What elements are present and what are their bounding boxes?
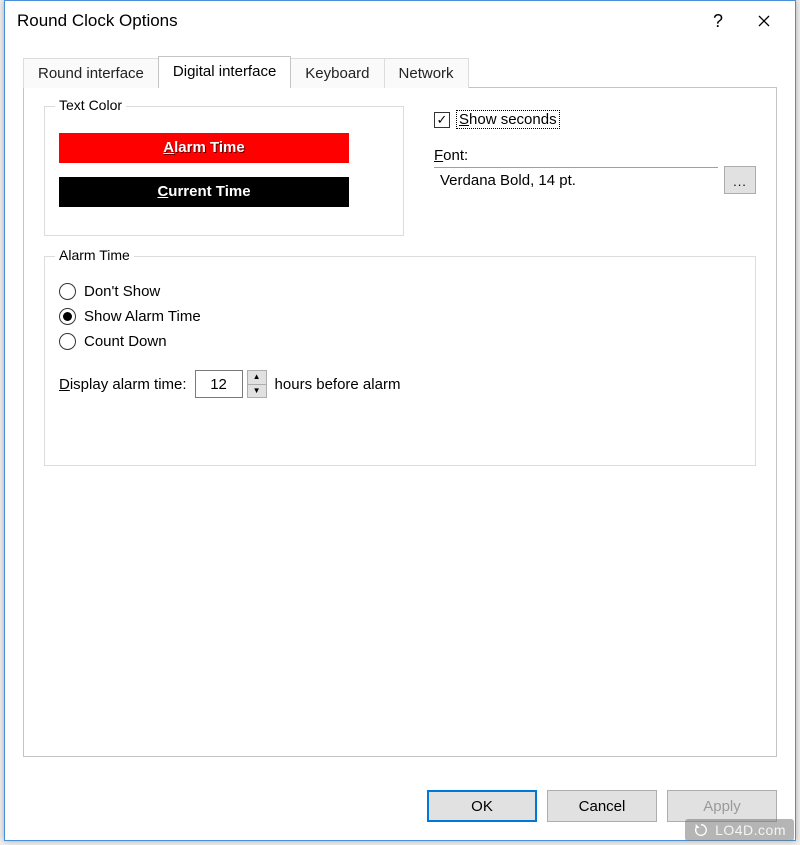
group-alarm-time: Alarm Time Don't Show Show Alarm Time Co…	[44, 256, 756, 466]
tab-network[interactable]: Network	[384, 58, 469, 88]
radio-icon	[59, 308, 76, 325]
display-alarm-row: Display alarm time: ▲ ▼ hours before ala…	[59, 370, 741, 398]
radio-label: Show Alarm Time	[84, 308, 201, 325]
font-field: Verdana Bold, 14 pt.	[434, 167, 718, 193]
radio-icon	[59, 283, 76, 300]
alarm-time-color-button[interactable]: Alarm Time	[59, 133, 349, 163]
display-alarm-suffix: hours before alarm	[275, 376, 401, 393]
spinner-down[interactable]: ▼	[247, 385, 267, 399]
radio-icon	[59, 333, 76, 350]
tab-keyboard[interactable]: Keyboard	[290, 58, 384, 88]
tab-panel-digital: Text Color Alarm Time Current Time ✓ Sho…	[23, 87, 777, 757]
font-row: Verdana Bold, 14 pt. ...	[434, 166, 756, 194]
group-text-color: Text Color Alarm Time Current Time	[44, 106, 404, 236]
window-title: Round Clock Options	[17, 11, 695, 31]
radio-count-down[interactable]: Count Down	[59, 333, 741, 350]
display-alarm-label: Display alarm time:	[59, 376, 187, 393]
show-seconds-label: Show seconds	[456, 110, 560, 129]
radio-label: Count Down	[84, 333, 167, 350]
titlebar: Round Clock Options ?	[5, 1, 795, 41]
refresh-icon	[693, 822, 709, 838]
font-label: Font:	[434, 147, 756, 164]
watermark: LO4D.com	[685, 819, 794, 841]
client-area: Round interface Digital interface Keyboa…	[5, 41, 795, 840]
help-button[interactable]: ?	[695, 5, 741, 37]
watermark-text: LO4D.com	[715, 822, 786, 838]
radio-label: Don't Show	[84, 283, 160, 300]
radio-show-alarm-time[interactable]: Show Alarm Time	[59, 308, 741, 325]
close-icon	[758, 15, 770, 27]
cancel-button[interactable]: Cancel	[547, 790, 657, 822]
tab-digital-interface[interactable]: Digital interface	[158, 56, 291, 88]
tabstrip: Round interface Digital interface Keyboa…	[23, 55, 777, 87]
group-text-color-legend: Text Color	[55, 97, 126, 113]
top-row: Text Color Alarm Time Current Time ✓ Sho…	[44, 106, 756, 236]
dialog-buttons: OK Cancel Apply	[427, 790, 777, 822]
radio-dont-show[interactable]: Don't Show	[59, 283, 741, 300]
dialog-window: Round Clock Options ? Round interface Di…	[4, 0, 796, 841]
spinner-up[interactable]: ▲	[247, 370, 267, 385]
display-alarm-input[interactable]	[195, 370, 243, 398]
checkbox-icon: ✓	[434, 112, 450, 128]
current-time-color-button[interactable]: Current Time	[59, 177, 349, 207]
show-seconds-checkbox[interactable]: ✓ Show seconds	[434, 110, 756, 129]
close-button[interactable]	[741, 5, 787, 37]
display-alarm-spinner: ▲ ▼	[195, 370, 267, 398]
right-column: ✓ Show seconds Font: Verdana Bold, 14 pt…	[434, 106, 756, 194]
apply-button[interactable]: Apply	[667, 790, 777, 822]
group-alarm-legend: Alarm Time	[55, 247, 134, 263]
titlebar-controls: ?	[695, 5, 787, 37]
ok-button[interactable]: OK	[427, 790, 537, 822]
font-browse-button[interactable]: ...	[724, 166, 756, 194]
tab-round-interface[interactable]: Round interface	[23, 58, 159, 88]
spinner-buttons: ▲ ▼	[247, 370, 267, 398]
